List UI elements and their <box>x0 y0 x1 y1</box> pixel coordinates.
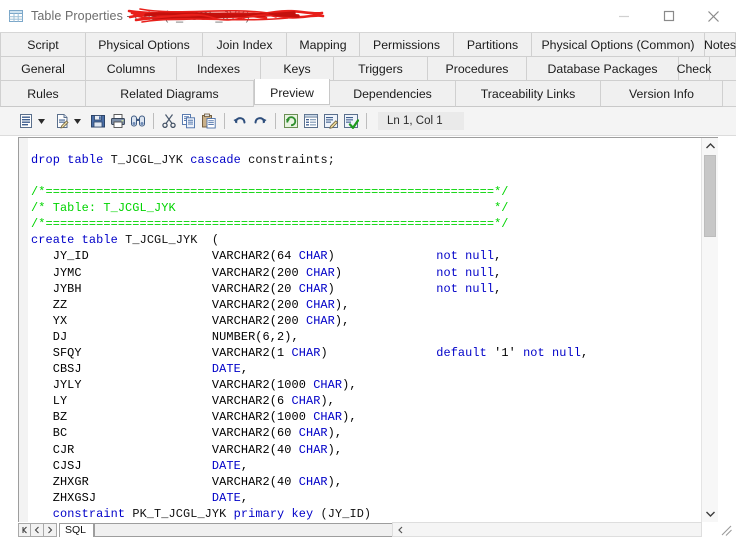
edit-code-icon[interactable] <box>321 110 341 132</box>
tab-join-index[interactable]: Join Index <box>203 33 287 57</box>
cursor-position-status: Ln 1, Col 1 <box>378 112 464 130</box>
tab-row-filler <box>710 57 736 81</box>
tab-row-1: Script Physical Options Join Index Mapping P… <box>0 33 736 57</box>
sql-code-text[interactable]: drop table T_JCGL_JYK cascade constraint… <box>31 152 718 522</box>
maximize-button[interactable] <box>646 0 691 32</box>
tab-triggers[interactable]: Triggers <box>334 57 428 81</box>
tab-label: Columns <box>106 61 156 76</box>
find-icon[interactable] <box>128 110 148 132</box>
tab-dependencies[interactable]: Dependencies <box>330 81 456 107</box>
tab-general[interactable]: General <box>0 57 86 81</box>
tab-check[interactable]: Check <box>676 57 712 81</box>
tab-label: Partitions <box>466 37 519 52</box>
scroll-up-arrow-icon[interactable] <box>702 138 718 154</box>
scroll-left-arrow-icon[interactable] <box>393 523 407 536</box>
tab-columns[interactable]: Columns <box>86 57 177 81</box>
cut-icon[interactable] <box>159 110 179 132</box>
tab-label: Related Diagrams <box>120 86 219 101</box>
edit-script-icon[interactable] <box>52 110 72 132</box>
tab-database-packages[interactable]: Database Packages <box>527 57 679 81</box>
tab-label: Permissions <box>373 37 440 52</box>
tab-mapping[interactable]: Mapping <box>287 33 360 57</box>
tab-indexes[interactable]: Indexes <box>177 57 261 81</box>
tab-label: Version Info <box>629 86 694 101</box>
window-controls <box>601 0 736 32</box>
tab-version-info[interactable]: Version Info <box>601 81 723 107</box>
tab-keys[interactable]: Keys <box>261 57 334 81</box>
tab-label: Mapping <box>299 37 347 52</box>
tab-label: Join Index <box>216 37 273 52</box>
sheet-navigation: SQL <box>18 522 415 538</box>
redo-icon[interactable] <box>250 110 270 132</box>
tab-label: Database Packages <box>547 61 658 76</box>
editor-bottom-bar: SQL <box>0 522 736 538</box>
tab-preview[interactable]: Preview <box>254 79 330 105</box>
tab-label: Procedures <box>445 61 509 76</box>
tab-label: Keys <box>283 61 311 76</box>
tab-label: Notes <box>703 37 736 52</box>
tab-label: Triggers <box>358 61 403 76</box>
window-title-suffix: ial (T_JCGL_JYK) <box>147 9 251 23</box>
properties-list-icon[interactable] <box>301 110 321 132</box>
save-icon[interactable] <box>88 110 108 132</box>
preview-editor-area: drop table T_JCGL_JYK cascade constraint… <box>0 136 736 522</box>
tab-notes[interactable]: Notes <box>703 33 736 57</box>
tab-label: Indexes <box>196 61 241 76</box>
preview-toolbar: Ln 1, Col 1 <box>0 107 736 136</box>
tab-label: Physical Options <box>98 37 190 52</box>
editor-vertical-scrollbar[interactable] <box>701 138 718 522</box>
tab-label: Preview <box>270 86 314 100</box>
tab-rules[interactable]: Rules <box>0 81 86 107</box>
tab-permissions[interactable]: Permissions <box>360 33 454 57</box>
window-resize-grip[interactable] <box>718 522 734 538</box>
tab-script[interactable]: Script <box>0 33 86 57</box>
refresh-icon[interactable] <box>281 110 301 132</box>
tab-partitions[interactable]: Partitions <box>454 33 532 57</box>
copy-icon[interactable] <box>179 110 199 132</box>
tab-procedures[interactable]: Procedures <box>428 57 527 81</box>
table-icon <box>8 8 24 24</box>
tab-physical-options-common[interactable]: Physical Options (Common) <box>532 33 705 57</box>
tab-row-filler <box>723 81 736 107</box>
new-script-icon[interactable] <box>16 110 36 132</box>
editor-vertical-scrollbar-thumb[interactable] <box>704 155 716 237</box>
editor-gutter <box>19 138 29 522</box>
property-tabstrip: Script Physical Options Join Index Mapping P… <box>0 32 736 107</box>
validate-code-icon[interactable] <box>341 110 361 132</box>
tab-label: Check <box>676 61 712 76</box>
window-title-prefix: Table Properties - ex <box>31 9 148 23</box>
tab-row-2: General Columns Indexes Keys Triggers Procedu… <box>0 57 736 81</box>
tab-label: Script <box>27 37 59 52</box>
tab-label: Rules <box>27 86 59 101</box>
undo-icon[interactable] <box>230 110 250 132</box>
tab-label: Dependencies <box>353 86 432 101</box>
print-icon[interactable] <box>108 110 128 132</box>
tab-label: Traceability Links <box>480 86 576 101</box>
tab-physical-options[interactable]: Physical Options <box>86 33 203 57</box>
close-button[interactable] <box>691 0 736 32</box>
scroll-down-arrow-icon[interactable] <box>702 506 718 522</box>
tab-label: Physical Options (Common) <box>541 37 695 52</box>
tab-row-3: Rules Related Diagrams Preview Dependencies… <box>0 79 736 107</box>
edit-script-dropdown-caret-icon[interactable] <box>72 110 83 132</box>
sql-editor[interactable]: drop table T_JCGL_JYK cascade constraint… <box>18 137 718 522</box>
tab-traceability-links[interactable]: Traceability Links <box>456 81 601 107</box>
window-titlebar: Table Properties - ex ial (T_JCGL_JYK) <box>0 0 736 32</box>
tab-label: General <box>21 61 65 76</box>
paste-icon[interactable] <box>199 110 219 132</box>
tab-related-diagrams[interactable]: Related Diagrams <box>86 81 254 107</box>
minimize-button[interactable] <box>601 0 646 32</box>
new-script-dropdown-caret-icon[interactable] <box>36 110 47 132</box>
